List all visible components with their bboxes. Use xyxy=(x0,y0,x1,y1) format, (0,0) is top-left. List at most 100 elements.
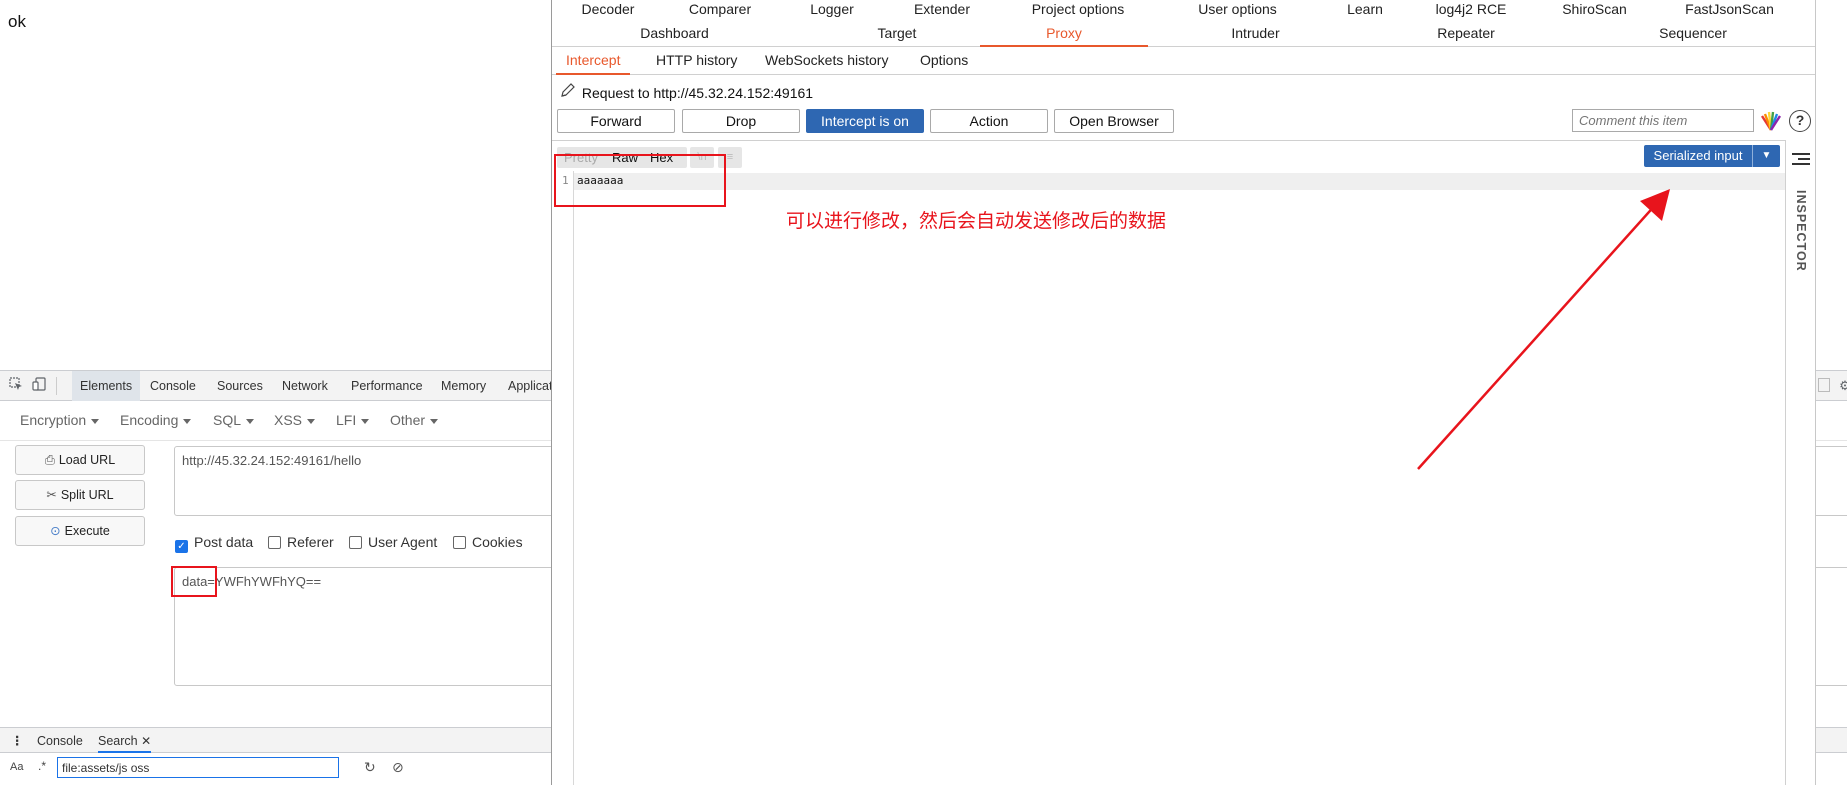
menu-label: Encoding xyxy=(120,412,179,428)
split-url-button[interactable]: ✂ Split URL xyxy=(15,480,145,510)
menu-label: Other xyxy=(390,412,426,428)
checkbox-label: Referer xyxy=(287,534,334,550)
tab-logger[interactable]: Logger xyxy=(776,0,888,20)
forward-button[interactable]: Forward xyxy=(557,109,675,133)
execute-button[interactable]: ⊙ Execute xyxy=(15,516,145,546)
checkbox-box xyxy=(268,536,281,549)
checkbox-label: User Agent xyxy=(368,534,438,550)
subtab-http-history[interactable]: HTTP history xyxy=(656,47,737,75)
serialized-input-button[interactable]: Serialized input ▼ xyxy=(1644,145,1780,167)
url-value: http://45.32.24.152:49161/hello xyxy=(182,453,362,468)
tab-comparer[interactable]: Comparer xyxy=(664,0,776,20)
checkbox-label: Cookies xyxy=(472,534,523,550)
tab-sequencer[interactable]: Sequencer xyxy=(1569,20,1817,47)
inspect-element-icon[interactable] xyxy=(6,376,26,396)
devtools-tab-memory[interactable]: Memory xyxy=(433,371,494,401)
hackbar-menu-sql[interactable]: SQL xyxy=(213,412,255,428)
menu-label: LFI xyxy=(336,412,357,428)
checkbox-box xyxy=(453,536,466,549)
hackbar-menu-encoding[interactable]: Encoding xyxy=(120,412,192,428)
settings-gear-icon[interactable]: ⚙ xyxy=(1835,376,1847,396)
referer-checkbox[interactable]: Referer xyxy=(268,534,334,550)
cookies-checkbox[interactable]: Cookies xyxy=(453,534,523,550)
inspector-toggle[interactable]: INSPECTOR xyxy=(1790,190,1812,290)
subtab-websockets-history[interactable]: WebSockets history xyxy=(765,47,888,75)
devtools-tab-network[interactable]: Network xyxy=(274,371,336,401)
device-toolbar-icon[interactable] xyxy=(29,376,49,396)
search-input[interactable] xyxy=(57,757,339,778)
close-icon[interactable]: ✕ xyxy=(141,734,151,748)
highlight-color-icon[interactable] xyxy=(1760,110,1782,132)
intercept-toggle-button[interactable]: Intercept is on xyxy=(806,109,924,133)
split-url-label: Split URL xyxy=(60,488,114,502)
chevron-down-icon[interactable]: ▼ xyxy=(1752,145,1780,167)
tab-learn[interactable]: Learn xyxy=(1315,0,1415,20)
tab-fastjsonscan[interactable]: FastJsonScan xyxy=(1662,0,1797,20)
match-case-toggle[interactable]: Aa xyxy=(10,761,23,773)
pencil-icon xyxy=(560,82,578,101)
hackbar-menu-encryption[interactable]: Encryption xyxy=(20,412,100,428)
tab-intruder[interactable]: Intruder xyxy=(1148,20,1363,47)
tab-project-options[interactable]: Project options xyxy=(996,0,1160,20)
caret-down-icon xyxy=(361,418,370,424)
annotation-arrow xyxy=(1417,189,1670,470)
load-url-label: Load URL xyxy=(58,453,116,467)
proxy-subtabs: Intercept HTTP history WebSockets histor… xyxy=(552,47,1815,75)
serialized-input-label: Serialized input xyxy=(1653,148,1743,163)
annotation-box-post-data xyxy=(171,566,217,597)
burp-tabs-row-1: Decoder Comparer Logger Extender Project… xyxy=(552,0,1815,20)
scissors-icon: ✂ xyxy=(46,488,57,502)
request-line: Request to http://45.32.24.152:49161 xyxy=(560,82,813,101)
devtools-tab-console[interactable]: Console xyxy=(142,371,204,401)
subtab-intercept[interactable]: Intercept xyxy=(556,47,631,75)
hackbar-menu-lfi[interactable]: LFI xyxy=(336,412,370,428)
page-body-text: ok xyxy=(8,12,26,31)
tab-user-options[interactable]: User options xyxy=(1160,0,1315,20)
subtab-options[interactable]: Options xyxy=(920,47,968,75)
load-url-button[interactable]: ⎙ Load URL xyxy=(15,445,145,475)
caret-down-icon xyxy=(91,418,100,424)
devtools-tab-performance[interactable]: Performance xyxy=(343,371,431,401)
devtools-tab-sources[interactable]: Sources xyxy=(209,371,271,401)
panel-toggle-icon[interactable] xyxy=(1818,378,1830,392)
tab-proxy[interactable]: Proxy xyxy=(980,20,1148,47)
inspector-sidebar: INSPECTOR xyxy=(1785,140,1815,785)
annotation-box-request-body xyxy=(554,154,726,207)
checkbox-label: Post data xyxy=(194,534,254,550)
tab-target[interactable]: Target xyxy=(797,20,997,47)
menu-label: Encryption xyxy=(20,412,87,428)
drawer-menu-icon[interactable]: ⋮ xyxy=(11,728,23,754)
menu-label: XSS xyxy=(274,412,303,428)
hackbar-menu-other[interactable]: Other xyxy=(390,412,439,428)
action-button[interactable]: Action xyxy=(930,109,1048,133)
tab-dashboard[interactable]: Dashboard xyxy=(552,20,797,47)
devtools-tab-elements[interactable]: Elements xyxy=(72,371,141,401)
tab-repeater[interactable]: Repeater xyxy=(1363,20,1569,47)
help-icon[interactable]: ? xyxy=(1789,110,1811,132)
drawer-tab-search[interactable]: Search ✕ xyxy=(98,728,152,753)
open-browser-button[interactable]: Open Browser xyxy=(1054,109,1174,133)
clear-icon[interactable]: ⊘ xyxy=(392,759,404,776)
inspector-label: INSPECTOR xyxy=(1794,190,1808,272)
execute-label: Execute xyxy=(64,524,110,538)
caret-down-icon xyxy=(307,418,316,424)
drop-button[interactable]: Drop xyxy=(682,109,800,133)
tab-decoder[interactable]: Decoder xyxy=(552,0,664,20)
tab-shiroscan[interactable]: ShiroScan xyxy=(1527,0,1662,20)
user-agent-checkbox[interactable]: User Agent xyxy=(349,534,437,550)
drawer-tab-console[interactable]: Console xyxy=(37,728,83,754)
load-url-icon: ⎙ xyxy=(44,453,55,467)
hackbar-menu-xss[interactable]: XSS xyxy=(274,412,316,428)
tab-log4j2-rce[interactable]: log4j2 RCE xyxy=(1415,0,1527,20)
caret-down-icon xyxy=(246,418,255,424)
drawer-tab-label: Search xyxy=(98,734,138,748)
line-gutter xyxy=(552,171,574,785)
comment-input[interactable] xyxy=(1572,109,1754,132)
refresh-icon[interactable]: ↻ xyxy=(364,759,376,776)
post-data-checkbox[interactable]: ✓ Post data xyxy=(175,534,253,553)
tab-extender[interactable]: Extender xyxy=(888,0,996,20)
inspector-menu-icon[interactable] xyxy=(1792,153,1810,168)
caret-down-icon xyxy=(183,418,192,424)
regex-toggle[interactable]: .* xyxy=(38,759,46,773)
request-target: Request to http://45.32.24.152:49161 xyxy=(581,85,814,101)
